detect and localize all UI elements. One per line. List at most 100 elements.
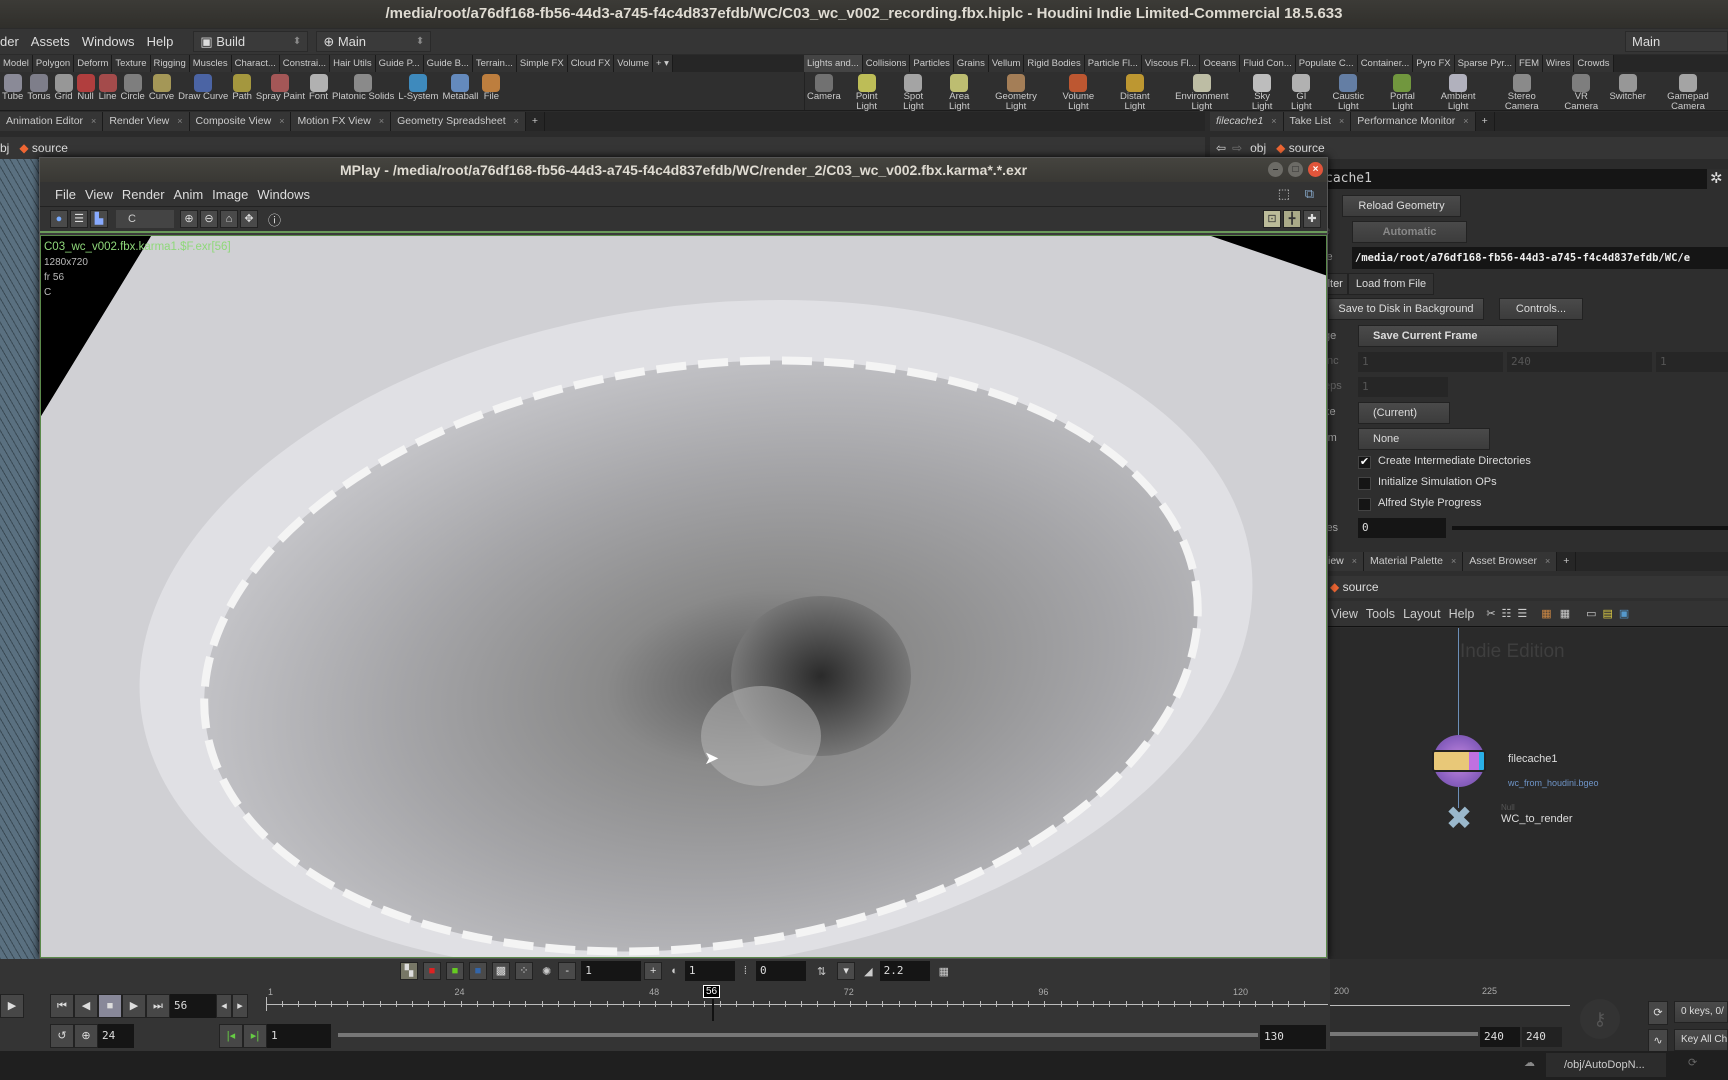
checkbox-create-dirs[interactable]: ✔ (1358, 456, 1371, 469)
forward-icon[interactable]: ⇨ (1232, 141, 1242, 155)
close-icon[interactable]: × (1308, 162, 1323, 177)
filecache-node-icon[interactable] (1432, 750, 1486, 772)
transform-select[interactable]: None (1358, 428, 1490, 450)
shelf-tab[interactable]: Charact... (231, 55, 280, 72)
right-desktop-select[interactable]: Main (1625, 31, 1728, 52)
shelf-tab[interactable]: Crowds (1574, 55, 1614, 72)
desktop-build-select[interactable]: ▣ Build ⬍ (193, 31, 309, 52)
background-image-icon[interactable]: ▣ (1619, 607, 1629, 620)
grid-icon[interactable]: ╋ (1283, 210, 1301, 228)
color-palette-icon[interactable]: ▦ (1541, 607, 1551, 620)
wrench-icon[interactable]: ✂ (1486, 607, 1495, 620)
retries-field[interactable]: 0 (1358, 518, 1446, 538)
close-tab-icon[interactable]: × (1451, 556, 1456, 566)
pane-tab[interactable]: Asset Browser × (1463, 552, 1558, 571)
safe-area-icon[interactable]: ⊡ (1263, 210, 1281, 228)
shelf-tool-distant-light[interactable]: Distant Light (1107, 72, 1162, 111)
image-viewer[interactable]: C03_wc_v002.fbx.karma1.$F.exr[56] 1280x7… (40, 235, 1327, 958)
current-frame-marker[interactable]: 56 (702, 985, 721, 998)
global-timeline-track[interactable] (1330, 1005, 1570, 1006)
close-tab-icon[interactable]: × (514, 116, 519, 126)
shelf-tab[interactable]: Pyro FX (1413, 55, 1455, 72)
shelf-tool-l-system[interactable]: L-System (396, 72, 440, 110)
set-start-icon[interactable]: |◂ (219, 1024, 243, 1048)
pane-tab[interactable]: Material Palette × (1364, 552, 1464, 571)
shelf-tab[interactable]: Sparse Pyr... (1454, 55, 1516, 72)
decrement-button[interactable]: - (558, 962, 577, 980)
inc-field[interactable]: 1 (1656, 352, 1728, 372)
shelf-tab[interactable]: Constrai... (279, 55, 331, 72)
shelf-tool-stereo-camera[interactable]: Stereo Camera (1488, 72, 1555, 111)
scene-viewport[interactable] (0, 159, 40, 959)
exposure-field[interactable]: 1 (684, 961, 735, 981)
add-tab-icon[interactable]: + (1476, 112, 1495, 131)
timeline[interactable]: 1 24 48 72 96 120 56 (266, 985, 1328, 1021)
add-shelf-icon[interactable]: + ▾ (652, 55, 673, 72)
close-tab-icon[interactable]: × (177, 116, 182, 126)
sticky-note-icon[interactable]: ▤ (1603, 607, 1613, 620)
path-node[interactable]: source (1343, 580, 1379, 594)
desktop-main-select[interactable]: ⊕ Main ⬍ (316, 31, 432, 52)
path-obj[interactable]: obj (1250, 141, 1266, 155)
add-tab-icon[interactable]: + (1557, 552, 1577, 571)
shelf-tab[interactable]: Hair Utils (330, 55, 376, 72)
fps-field[interactable]: 24 (98, 1024, 134, 1048)
step-back-icon[interactable]: ◂ (216, 994, 232, 1018)
histogram-icon[interactable]: ▙ (90, 210, 108, 228)
shelf-tool-grid[interactable]: Grid (53, 72, 75, 110)
shelf-tool-portal-light[interactable]: Portal Light (1377, 72, 1428, 111)
substeps-field[interactable]: 1 (1358, 377, 1448, 397)
realtime-icon[interactable]: ⊕ (74, 1024, 98, 1048)
take-select[interactable]: (Current) (1358, 402, 1450, 424)
menu-view[interactable]: View (1331, 607, 1358, 621)
shelf-tab[interactable]: Model (0, 55, 33, 72)
shelf-tool-spot-light[interactable]: Spot Light (891, 72, 937, 111)
shelf-tab[interactable]: Rigging (150, 55, 190, 72)
green-channel-icon[interactable]: ■ (446, 962, 464, 980)
shelf-tool-vr-camera[interactable]: VR Camera (1555, 72, 1607, 111)
shelf-tool-line[interactable]: Line (97, 72, 119, 110)
checkbox-alfred[interactable] (1358, 498, 1371, 511)
zoom-out-icon[interactable]: ⊖ (200, 210, 218, 228)
shelf-tab[interactable]: Viscous Fl... (1141, 55, 1201, 72)
info-icon[interactable]: ⓘ (268, 210, 281, 229)
pane-tab[interactable]: Render View × (103, 112, 190, 131)
key-icon[interactable]: ⚷ (1580, 999, 1620, 1039)
step-forward-icon[interactable]: ▸ (232, 994, 248, 1018)
shelf-tool-environment-light[interactable]: Environment Light (1163, 72, 1242, 111)
maximize-icon[interactable]: □ (1288, 162, 1303, 177)
pane-tab[interactable]: Performance Monitor × (1351, 112, 1476, 131)
pane-tab[interactable]: Composite View × (189, 112, 292, 131)
shelf-tool-volume-light[interactable]: Volume Light (1050, 72, 1108, 111)
shelf-tool-circle[interactable]: Circle (119, 72, 147, 110)
offset-field[interactable]: 0 (755, 961, 806, 981)
refresh-icon[interactable]: ⟳ (1688, 1056, 1697, 1069)
shelf-tool-switcher[interactable]: Switcher (1607, 72, 1647, 110)
shelf-tool-spray-paint[interactable]: Spray Paint (254, 72, 307, 110)
dop-network-select[interactable]: /obj/AutoDopN... (1546, 1053, 1666, 1077)
jump-start-icon[interactable]: ⏮ (50, 994, 74, 1018)
channel-select[interactable]: C (116, 210, 174, 228)
load-mode-select[interactable]: Automatic (1352, 221, 1467, 243)
shelf-tab[interactable]: Terrain... (472, 55, 517, 72)
lut-icon[interactable]: ⇅ (817, 965, 826, 978)
jump-end-icon[interactable]: ⏭ (146, 994, 170, 1018)
shelf-tool-draw-curve[interactable]: Draw Curve (176, 72, 230, 110)
close-tab-icon[interactable]: × (91, 116, 96, 126)
path-node[interactable]: source (32, 141, 68, 155)
blue-channel-icon[interactable]: ■ (469, 962, 487, 980)
frame-field[interactable]: 56 (170, 994, 216, 1018)
menu-assets[interactable]: Assets (31, 34, 70, 49)
channel-icon[interactable]: ∿ (1648, 1029, 1668, 1053)
end-field[interactable]: 240 (1507, 352, 1652, 372)
shelf-tab[interactable]: Grains (953, 55, 989, 72)
shelf-tab[interactable]: Particles (910, 55, 954, 72)
zoom-in-icon[interactable]: ⊕ (180, 210, 198, 228)
menu-render[interactable]: der (0, 34, 19, 49)
shelf-tool-null[interactable]: Null (75, 72, 97, 110)
increment-button[interactable]: + (644, 962, 663, 980)
shelf-tab[interactable]: Vellum (988, 55, 1025, 72)
shelf-tab[interactable]: Wires (1543, 55, 1575, 72)
shelf-tab[interactable]: Muscles (189, 55, 232, 72)
start-field[interactable]: 1 (1358, 352, 1503, 372)
